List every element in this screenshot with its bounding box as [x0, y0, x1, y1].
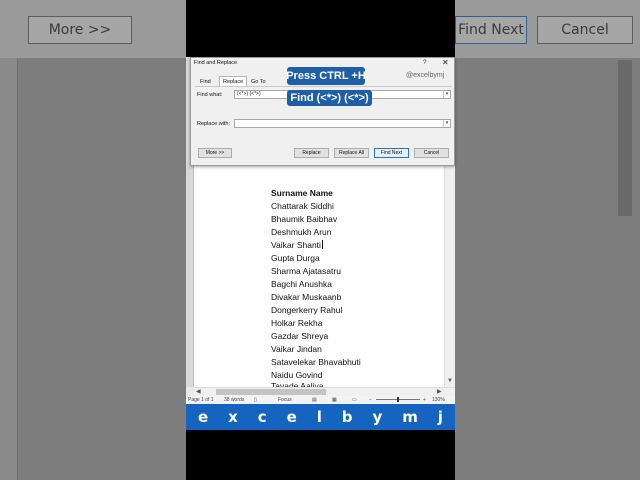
name-line: Divakar Muskaanb: [271, 292, 342, 302]
tab-divider: [195, 86, 452, 87]
background-scrollbar: [618, 60, 632, 216]
text-cursor: [321, 240, 323, 249]
find-what-value: (<*>) (<*>): [237, 91, 261, 97]
zoom-slider-thumb[interactable]: [397, 397, 399, 402]
background-cancel-button: Cancel: [537, 16, 633, 44]
replace-button[interactable]: Replace: [294, 148, 329, 158]
dialog-title: Find and Replace: [194, 60, 238, 66]
name-text: Vaikar Shanti: [271, 240, 321, 250]
name-line: Gazdar Shreya: [271, 331, 329, 341]
background-more-button: More >>: [28, 16, 132, 44]
chevron-down-icon[interactable]: ▾: [443, 91, 450, 98]
web-layout-icon[interactable]: ▭: [352, 397, 357, 403]
background-find-next-button: Find Next: [455, 16, 527, 44]
banner-letter: c: [257, 408, 267, 426]
chevron-down-icon[interactable]: ▾: [443, 120, 450, 127]
replace-with-input[interactable]: ▾: [234, 119, 451, 128]
shortcut-callout: Press CTRL +H: [286, 67, 366, 85]
creator-handle: @excelbymj: [406, 72, 445, 79]
find-what-label: Find what:: [197, 92, 223, 98]
top-black-strip: [186, 0, 455, 57]
proofing-icon[interactable]: ▯: [254, 397, 257, 403]
bottom-black-strip: [186, 430, 455, 480]
print-layout-icon[interactable]: ▦: [332, 397, 337, 403]
blurred-background-left: More >>: [0, 0, 186, 480]
cancel-button[interactable]: Cancel: [414, 148, 449, 158]
vertical-scrollbar[interactable]: ▼: [444, 165, 455, 387]
letter-banner: e x c e l b y m j: [186, 404, 455, 430]
zoom-level[interactable]: 130%: [432, 397, 445, 403]
banner-letter: e: [197, 408, 209, 426]
name-line: Bhaumik Baibhav: [271, 214, 338, 224]
find-hint-callout: Find (<*>) (<*>): [287, 90, 372, 106]
name-line: Holkar Rekha: [271, 318, 323, 328]
page-count[interactable]: Page 1 of 1: [188, 397, 214, 403]
horizontal-scrollbar[interactable]: ◀ ▶: [194, 387, 455, 396]
scroll-right-icon[interactable]: ▶: [437, 388, 442, 395]
name-line: Naidu Govind: [271, 370, 323, 380]
banner-letter: m: [402, 408, 418, 426]
name-line: Gupta Durga: [271, 253, 320, 263]
name-line: Dongerkerry Rahul: [271, 305, 343, 315]
banner-letter: l: [316, 408, 322, 426]
name-line: Satavelekar Bhavabhuti: [271, 357, 361, 367]
read-mode-icon[interactable]: ▤: [312, 397, 317, 403]
close-icon[interactable]: ✕: [442, 58, 449, 67]
status-bar: Page 1 of 1 38 words ▯ Focus ▤ ▦ ▭ − + 1…: [186, 396, 455, 404]
banner-letter: x: [228, 408, 238, 426]
document-page[interactable]: Surname Name Chattarak Siddhi Bhaumik Ba…: [194, 165, 444, 391]
document-heading: Surname Name: [271, 188, 333, 198]
banner-letter: b: [341, 408, 353, 426]
find-next-button[interactable]: Find Next: [374, 148, 409, 158]
replace-all-button[interactable]: Replace All: [334, 148, 369, 158]
scroll-left-icon[interactable]: ◀: [196, 388, 201, 395]
zoom-in-icon[interactable]: +: [423, 397, 426, 403]
name-line: Deshmukh Arun: [271, 227, 332, 237]
name-line: Sharma Ajatasatru: [271, 266, 341, 276]
word-count[interactable]: 38 words: [224, 397, 244, 403]
name-line: Chattarak Siddhi: [271, 201, 334, 211]
scroll-thumb[interactable]: [216, 389, 326, 395]
background-ruler: [0, 58, 18, 480]
blurred-background-right: Find Next Cancel: [455, 0, 640, 480]
banner-letter: y: [372, 408, 383, 426]
name-line: Vaikar Jindan: [271, 344, 322, 354]
name-line-with-cursor: Vaikar Shanti: [271, 240, 323, 250]
help-icon[interactable]: ?: [423, 59, 427, 66]
zoom-out-icon[interactable]: −: [369, 397, 372, 403]
focus-button[interactable]: Focus: [278, 397, 292, 403]
scroll-down-icon[interactable]: ▼: [447, 378, 453, 384]
banner-letter: e: [286, 408, 297, 426]
banner-letter: j: [437, 408, 443, 426]
more-button[interactable]: More >>: [198, 148, 232, 158]
name-line: Bagchi Anushka: [271, 279, 332, 289]
replace-with-label: Replace with:: [197, 121, 231, 127]
video-frame: More >> Find Next Cancel Surname Name Ch…: [0, 0, 640, 480]
